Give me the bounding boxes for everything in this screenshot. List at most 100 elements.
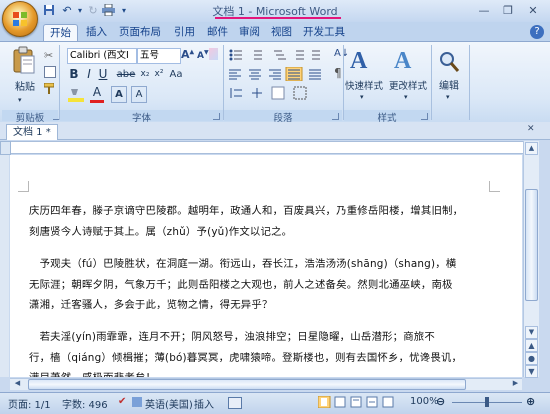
grow-font-icon[interactable]: A▲ [181, 48, 194, 61]
paragraph-extra-buttons[interactable] [228, 86, 328, 100]
paste-icon[interactable] [12, 46, 36, 76]
highlight-icon[interactable] [68, 88, 84, 102]
tab-home[interactable]: 开始 [43, 24, 78, 42]
office-logo-icon [13, 12, 27, 26]
tab-review[interactable]: 审阅 [233, 24, 266, 41]
show-marks-icon[interactable]: ¶ [334, 66, 342, 80]
vertical-scroll-thumb[interactable] [525, 189, 538, 301]
tab-view[interactable]: 视图 [265, 24, 298, 41]
shrink-font-icon[interactable]: A▼ [197, 49, 209, 61]
text-line: 行，樯（qiáng）倾楫摧；薄(bó)暮冥冥，虎啸猿啼。登斯楼也，则有去国怀乡，… [29, 351, 463, 364]
text-line: 刻唐贤今人诗赋于其上。属（zhǔ）予(yǔ)作文以记之。 [29, 225, 293, 238]
find-icon[interactable] [438, 50, 460, 74]
zoom-in-icon[interactable]: ⊕ [526, 395, 535, 408]
char-shading-icon[interactable]: A [111, 86, 127, 103]
vertical-ruler [0, 155, 9, 377]
close-icon[interactable]: ✕ [522, 3, 544, 18]
quick-styles-icon[interactable]: A [350, 48, 376, 74]
list-buttons-row [228, 48, 328, 62]
subscript-icon[interactable]: x₂ [139, 67, 151, 82]
change-styles-dropdown-icon[interactable]: ▾ [404, 93, 408, 101]
font-color-swatch [90, 100, 104, 103]
scroll-left-icon[interactable]: ◀ [12, 379, 23, 388]
select-browse-object-icon[interactable]: ● [525, 352, 538, 365]
font-color-button[interactable]: A [90, 85, 104, 100]
styles-group-label: 样式 [344, 110, 430, 124]
next-page-icon[interactable]: ▼ [525, 365, 538, 378]
paragraph-group-label: 段落 [224, 110, 342, 124]
language-status[interactable]: 英语(美国) [145, 396, 193, 411]
office-button[interactable] [2, 1, 38, 37]
macro-record-icon[interactable] [228, 397, 242, 409]
tab-developer[interactable]: 开发工具 [297, 24, 351, 41]
styles-launcher-icon[interactable] [421, 113, 428, 120]
quick-styles-button[interactable]: 快速样式 [343, 79, 385, 94]
help-icon[interactable]: ? [530, 25, 544, 39]
alignment-buttons[interactable] [228, 66, 328, 82]
paragraph-launcher-icon[interactable] [332, 113, 339, 120]
font-name-select[interactable]: Calibri (西文I [67, 48, 137, 64]
word-count[interactable]: 字数: 496 [62, 396, 108, 411]
bold-button[interactable]: B [67, 67, 81, 82]
text-line: 若夫淫(yín)雨霏霏，连月不开；阴风怒号，浊浪排空；日星隐曜，山岳潜形；商旅不 [29, 331, 435, 343]
title-highlight-underline [215, 17, 341, 19]
group-divider [223, 45, 224, 120]
change-styles-button[interactable]: 更改样式 [386, 79, 430, 94]
clear-format-icon[interactable] [209, 48, 218, 60]
text-line: 庆历四年春，滕子京谪守巴陵郡。越明年，政通人和，百废具兴，乃重修岳阳楼，增其旧制… [29, 205, 464, 217]
paste-dropdown-icon[interactable]: ▾ [18, 96, 22, 104]
tab-mailings[interactable]: 邮件 [201, 24, 234, 41]
font-launcher-icon[interactable] [213, 113, 220, 120]
document-tab-strip [0, 122, 550, 140]
paragraph-1: 庆历四年春，滕子京谪守巴陵郡。越明年，政通人和，百废具兴，乃重修岳阳楼，增其旧制… [29, 201, 518, 242]
view-buttons[interactable] [317, 395, 408, 409]
minimize-icon[interactable]: — [473, 3, 495, 18]
insert-mode[interactable]: 插入 [194, 396, 214, 411]
paste-button[interactable]: 粘贴 [10, 80, 40, 95]
sort-icon[interactable]: A↓ [334, 48, 349, 59]
horizontal-ruler[interactable] [10, 141, 524, 154]
char-border-icon[interactable]: A [131, 86, 147, 103]
font-group-label: 字体 [60, 110, 223, 124]
format-painter-icon[interactable] [43, 82, 55, 94]
change-styles-icon[interactable]: A [394, 48, 420, 74]
scroll-right-icon[interactable]: ▶ [510, 379, 521, 388]
cut-icon[interactable]: ✂ [44, 49, 53, 62]
prev-page-icon[interactable]: ▲ [525, 339, 538, 352]
ruler-toggle-icon[interactable] [0, 141, 11, 155]
horizontal-scroll-thumb[interactable] [28, 379, 466, 390]
scroll-up-icon[interactable]: ▲ [525, 142, 538, 155]
clipboard-group-label: 剪贴板 [2, 110, 58, 124]
tab-references[interactable]: 引用 [168, 24, 201, 41]
quick-styles-dropdown-icon[interactable]: ▾ [360, 93, 364, 101]
document-tab[interactable]: 文档 1 * [6, 124, 58, 140]
group-divider [431, 45, 432, 120]
editing-dropdown-icon[interactable]: ▾ [446, 93, 450, 101]
change-case-icon[interactable]: Aa [167, 67, 185, 82]
paragraph-3: 若夫淫(yín)雨霏霏，连月不开；阴风怒号，浊浪排空；日星隐曜，山岳潜形；商旅不… [29, 327, 518, 377]
italic-button[interactable]: I [83, 67, 95, 82]
scroll-down-icon[interactable]: ▼ [525, 326, 538, 339]
copy-icon[interactable] [44, 66, 56, 78]
margin-corner-mark [18, 181, 29, 192]
zoom-slider-thumb[interactable] [485, 397, 489, 407]
zoom-out-icon[interactable]: ⊖ [436, 395, 445, 408]
proofing-icon[interactable]: ✔ [118, 396, 126, 407]
font-color-glyph: A [92, 85, 102, 99]
zoom-level[interactable]: 100% [410, 396, 439, 407]
strikethrough-button[interactable]: abe [116, 67, 136, 82]
tab-insert[interactable]: 插入 [80, 24, 113, 41]
text-line: 无际涯；朝晖夕阴，气象万千；此则岳阳楼之大观也，前人之述备矣。然则北通巫峡，南极 [29, 278, 453, 291]
margin-corner-mark [489, 181, 500, 192]
text-line: 予观夫（fú）巴陵胜状，在洞庭一湖。衔远山，吞长江，浩浩汤汤(shāng)（sh… [29, 258, 457, 270]
editing-button[interactable]: 编辑 [433, 79, 465, 94]
close-doc-icon[interactable]: ✕ [527, 124, 535, 134]
superscript-icon[interactable]: x² [153, 67, 165, 82]
underline-button[interactable]: U [97, 67, 109, 82]
page-count[interactable]: 页面: 1/1 [8, 396, 51, 411]
tab-page-layout[interactable]: 页面布局 [113, 24, 167, 41]
text-line: 满目萧然，感极而悲者矣！ [29, 368, 518, 377]
group-divider [469, 45, 470, 120]
font-size-select[interactable]: 五号 [137, 48, 181, 64]
maximize-icon[interactable]: ❐ [497, 3, 519, 18]
